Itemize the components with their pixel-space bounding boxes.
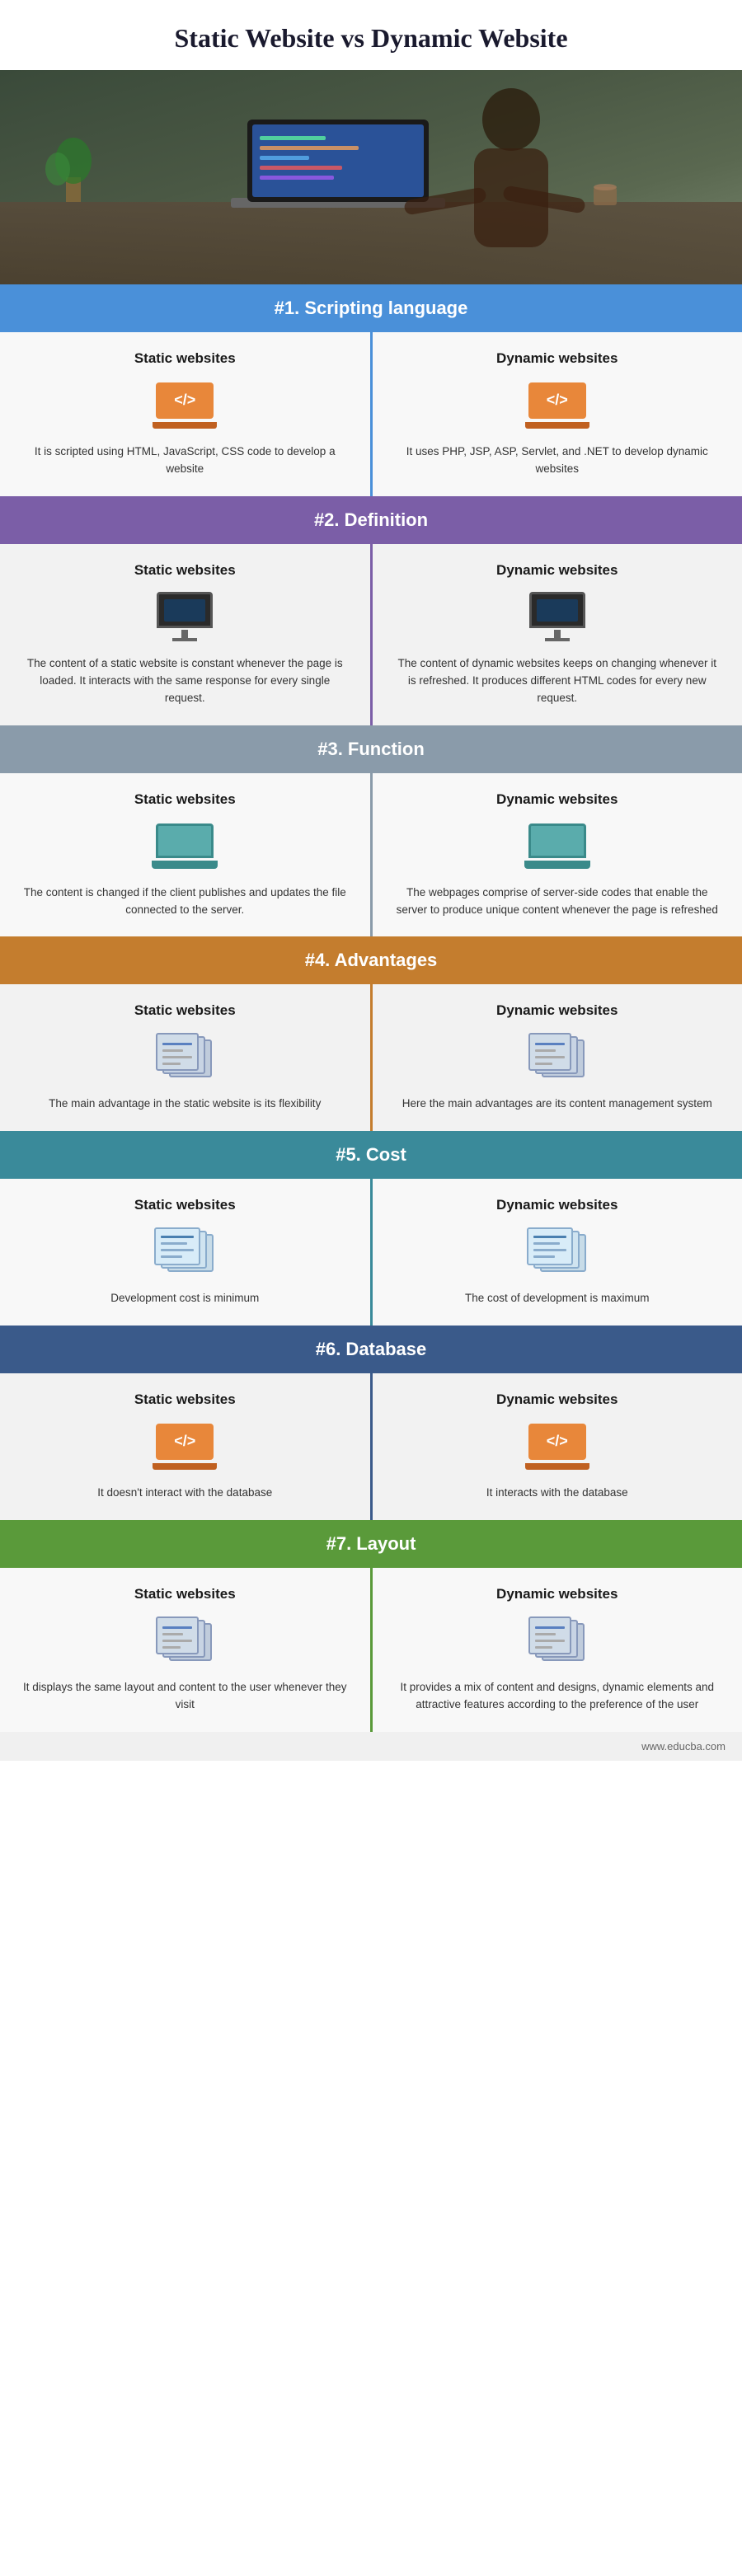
- dynamic-text-advantages: Here the main advantages are its content…: [402, 1096, 712, 1113]
- static-text-function: The content is changed if the client pub…: [23, 884, 347, 919]
- section-header-definition: #2. Definition: [0, 496, 742, 544]
- static-icon-cost: [153, 1225, 217, 1279]
- dynamic-title-function: Dynamic websites: [496, 791, 618, 808]
- section-cost: #5. CostStatic websites Development cost…: [0, 1131, 742, 1326]
- static-icon-layout: [153, 1614, 217, 1668]
- dynamic-col-cost: Dynamic websites The cost of development…: [373, 1179, 742, 1326]
- static-icon-scripting: </>: [153, 378, 217, 432]
- static-icon-advantages: [153, 1030, 217, 1084]
- footer: www.educba.com: [0, 1732, 742, 1761]
- static-icon-database: </>: [153, 1419, 217, 1473]
- section-header-layout: #7. Layout: [0, 1520, 742, 1568]
- dynamic-col-advantages: Dynamic websites Here the main advantage…: [373, 984, 742, 1131]
- section-database: #6. DatabaseStatic websites </> It doesn…: [0, 1326, 742, 1520]
- dynamic-icon-function: [524, 819, 590, 873]
- dynamic-icon-database: </>: [525, 1419, 589, 1473]
- static-text-advantages: The main advantage in the static website…: [49, 1096, 321, 1113]
- dynamic-title-scripting: Dynamic websites: [496, 350, 618, 367]
- dynamic-icon-cost: [525, 1225, 589, 1279]
- static-col-layout: Static websites It displays the same lay…: [0, 1568, 373, 1732]
- comparison-row-cost: Static websites Development cost is mini…: [0, 1179, 742, 1326]
- static-title-definition: Static websites: [134, 562, 236, 579]
- section-advantages: #4. AdvantagesStatic websites The main a…: [0, 936, 742, 1131]
- section-scripting: #1. Scripting languageStatic websites </…: [0, 284, 742, 496]
- dynamic-icon-definition: [525, 590, 589, 644]
- static-text-definition: The content of a static website is const…: [23, 655, 347, 707]
- section-definition: #2. DefinitionStatic websites The conten…: [0, 496, 742, 725]
- dynamic-icon-advantages: [525, 1030, 589, 1084]
- dynamic-text-definition: The content of dynamic websites keeps on…: [396, 655, 720, 707]
- main-title: Static Website vs Dynamic Website: [0, 0, 742, 70]
- static-col-cost: Static websites Development cost is mini…: [0, 1179, 373, 1326]
- static-text-database: It doesn't interact with the database: [97, 1485, 272, 1502]
- static-title-database: Static websites: [134, 1391, 236, 1408]
- dynamic-col-layout: Dynamic websites It provides a mix of co…: [373, 1568, 742, 1732]
- dynamic-col-function: Dynamic websites The webpages comprise o…: [373, 773, 742, 937]
- section-header-function: #3. Function: [0, 725, 742, 773]
- section-function: #3. FunctionStatic websites The content …: [0, 725, 742, 937]
- static-title-scripting: Static websites: [134, 350, 236, 367]
- comparison-row-scripting: Static websites </> It is scripted using…: [0, 332, 742, 496]
- dynamic-icon-scripting: </>: [525, 378, 589, 432]
- dynamic-icon-layout: [525, 1614, 589, 1668]
- section-header-advantages: #4. Advantages: [0, 936, 742, 984]
- dynamic-text-scripting: It uses PHP, JSP, ASP, Servlet, and .NET…: [396, 443, 720, 478]
- static-icon-definition: [153, 590, 217, 644]
- section-layout: #7. LayoutStatic websites It displays th…: [0, 1520, 742, 1732]
- section-header-database: #6. Database: [0, 1326, 742, 1373]
- static-title-advantages: Static websites: [134, 1002, 236, 1019]
- static-title-cost: Static websites: [134, 1197, 236, 1213]
- dynamic-text-function: The webpages comprise of server-side cod…: [396, 884, 720, 919]
- static-col-advantages: Static websites The main advantage in th…: [0, 984, 373, 1131]
- section-header-cost: #5. Cost: [0, 1131, 742, 1179]
- static-title-layout: Static websites: [134, 1586, 236, 1602]
- hero-image: [0, 70, 742, 284]
- dynamic-text-cost: The cost of development is maximum: [465, 1290, 650, 1307]
- dynamic-title-database: Dynamic websites: [496, 1391, 618, 1408]
- static-col-definition: Static websites The content of a static …: [0, 544, 373, 725]
- static-title-function: Static websites: [134, 791, 236, 808]
- section-header-scripting: #1. Scripting language: [0, 284, 742, 332]
- comparison-row-layout: Static websites It displays the same lay…: [0, 1568, 742, 1732]
- dynamic-title-definition: Dynamic websites: [496, 562, 618, 579]
- dynamic-title-cost: Dynamic websites: [496, 1197, 618, 1213]
- static-icon-function: [152, 819, 218, 873]
- static-text-layout: It displays the same layout and content …: [23, 1679, 347, 1714]
- static-text-scripting: It is scripted using HTML, JavaScript, C…: [23, 443, 347, 478]
- dynamic-col-database: Dynamic websites </> It interacts with t…: [373, 1373, 742, 1520]
- sections-container: #1. Scripting languageStatic websites </…: [0, 284, 742, 1732]
- dynamic-title-layout: Dynamic websites: [496, 1586, 618, 1602]
- static-text-cost: Development cost is minimum: [110, 1290, 259, 1307]
- comparison-row-advantages: Static websites The main advantage in th…: [0, 984, 742, 1131]
- comparison-row-database: Static websites </> It doesn't interact …: [0, 1373, 742, 1520]
- static-col-scripting: Static websites </> It is scripted using…: [0, 332, 373, 496]
- static-col-function: Static websites The content is changed i…: [0, 773, 373, 937]
- dynamic-col-definition: Dynamic websites The content of dynamic …: [373, 544, 742, 725]
- dynamic-text-database: It interacts with the database: [486, 1485, 628, 1502]
- static-col-database: Static websites </> It doesn't interact …: [0, 1373, 373, 1520]
- comparison-row-definition: Static websites The content of a static …: [0, 544, 742, 725]
- comparison-row-function: Static websites The content is changed i…: [0, 773, 742, 937]
- dynamic-title-advantages: Dynamic websites: [496, 1002, 618, 1019]
- dynamic-col-scripting: Dynamic websites </> It uses PHP, JSP, A…: [373, 332, 742, 496]
- dynamic-text-layout: It provides a mix of content and designs…: [396, 1679, 720, 1714]
